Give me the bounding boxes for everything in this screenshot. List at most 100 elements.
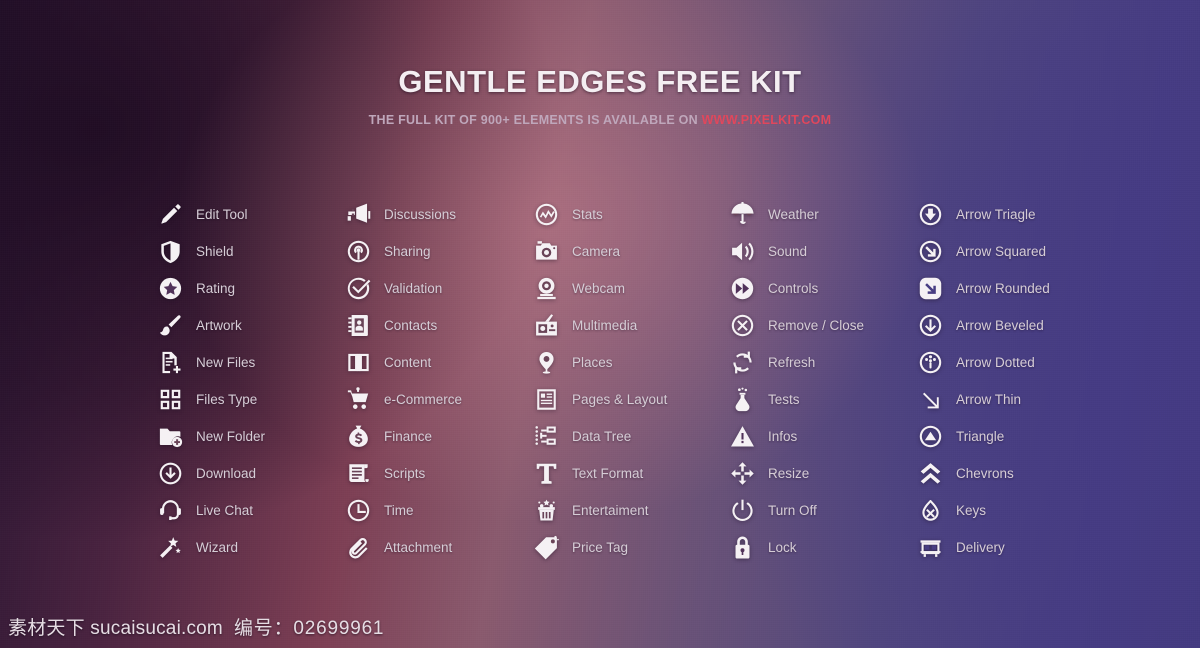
- icon-item[interactable]: Camera: [532, 233, 728, 270]
- icon-item[interactable]: Text Format: [532, 455, 728, 492]
- icon-item-label: Chevrons: [956, 465, 1014, 481]
- icon-item[interactable]: Weather: [728, 196, 916, 233]
- icon-item-label: Multimedia: [572, 317, 638, 333]
- icon-item[interactable]: Sharing: [344, 233, 532, 270]
- icon-item[interactable]: Arrow Dotted: [916, 344, 1106, 381]
- triangle-up-circle-icon: [916, 423, 944, 451]
- icon-item[interactable]: Rating: [156, 270, 344, 307]
- icon-item-label: Weather: [768, 206, 819, 222]
- icon-item[interactable]: Turn Off: [728, 492, 916, 529]
- paintbrush-icon: [156, 312, 184, 340]
- icon-item[interactable]: Contacts: [344, 307, 532, 344]
- open-book-icon: [344, 349, 372, 377]
- icon-item-label: Artwork: [196, 317, 242, 333]
- icon-item-label: New Folder: [196, 428, 266, 444]
- icon-item[interactable]: Webcam: [532, 270, 728, 307]
- icon-item[interactable]: Pages & Layout: [532, 381, 728, 418]
- icon-item[interactable]: Delivery: [916, 529, 1106, 566]
- icon-item[interactable]: Attachment: [344, 529, 532, 566]
- icon-item-label: Infos: [768, 428, 798, 444]
- icon-item[interactable]: Triangle: [916, 418, 1106, 455]
- icon-item[interactable]: Controls: [728, 270, 916, 307]
- icon-item[interactable]: Places: [532, 344, 728, 381]
- icon-item[interactable]: Files Type: [156, 381, 344, 418]
- icon-item-label: Arrow Squared: [956, 243, 1047, 259]
- icon-item-label: Delivery: [956, 539, 1005, 555]
- icon-item[interactable]: Download: [156, 455, 344, 492]
- icon-item-label: Rating: [196, 280, 236, 296]
- pixelkit-link[interactable]: WWW.PIXELKIT.COM: [702, 113, 832, 127]
- megaphone-icon: [344, 201, 372, 229]
- icon-item-label: Price Tag: [572, 539, 629, 555]
- icon-item[interactable]: Price Tag: [532, 529, 728, 566]
- icon-item[interactable]: Infos: [728, 418, 916, 455]
- pencil-icon: [156, 201, 184, 229]
- icon-item[interactable]: Shield: [156, 233, 344, 270]
- arrow-dotted-circle-icon: [916, 349, 944, 377]
- icon-item[interactable]: Arrow Thin: [916, 381, 1106, 418]
- icon-item-label: e-Commerce: [384, 391, 463, 407]
- star-circle-icon: [156, 275, 184, 303]
- icon-item[interactable]: Wizard: [156, 529, 344, 566]
- icon-item[interactable]: Multimedia: [532, 307, 728, 344]
- icon-item[interactable]: Time: [344, 492, 532, 529]
- grid-squares-icon: [156, 386, 184, 414]
- icon-item-label: Sound: [768, 243, 808, 259]
- icon-item-label: Arrow Beveled: [956, 317, 1044, 333]
- speaker-icon: [728, 238, 756, 266]
- icon-item-label: Pages & Layout: [572, 391, 668, 407]
- headset-icon: [156, 497, 184, 525]
- icon-item[interactable]: Resize: [728, 455, 916, 492]
- icon-item[interactable]: Tests: [728, 381, 916, 418]
- icon-item[interactable]: Discussions: [344, 196, 532, 233]
- icon-item[interactable]: New Files: [156, 344, 344, 381]
- icon-item[interactable]: Arrow Beveled: [916, 307, 1106, 344]
- icon-item[interactable]: Content: [344, 344, 532, 381]
- icon-item[interactable]: Arrow Rounded: [916, 270, 1106, 307]
- new-folder-icon: [156, 423, 184, 451]
- fast-forward-circle-icon: [728, 275, 756, 303]
- icon-item[interactable]: Live Chat: [156, 492, 344, 529]
- icon-item[interactable]: Stats: [532, 196, 728, 233]
- icon-item[interactable]: e-Commerce: [344, 381, 532, 418]
- lock-icon: [728, 534, 756, 562]
- icon-item[interactable]: Refresh: [728, 344, 916, 381]
- arrow-diagonal-filled-icon: [916, 275, 944, 303]
- move-arrows-icon: [728, 460, 756, 488]
- check-circle-icon: [344, 275, 372, 303]
- column-3: Stats Camera Webcam Multimedia Places Pages &…: [532, 196, 728, 566]
- icon-item[interactable]: Sound: [728, 233, 916, 270]
- icon-item-label: Arrow Thin: [956, 391, 1022, 407]
- icon-item[interactable]: Scripts: [344, 455, 532, 492]
- column-4: Weather Sound Controls Remove / Close Refres…: [728, 196, 916, 566]
- icon-item[interactable]: Entertaiment: [532, 492, 728, 529]
- icon-item-label: Download: [196, 465, 257, 481]
- icon-item-label: Data Tree: [572, 428, 632, 444]
- icon-item-label: Camera: [572, 243, 621, 259]
- arrow-diagonal-circle-icon: [916, 238, 944, 266]
- icon-item[interactable]: Remove / Close: [728, 307, 916, 344]
- icon-item[interactable]: Arrow Triagle: [916, 196, 1106, 233]
- icon-item-label: Resize: [768, 465, 810, 481]
- icon-item[interactable]: Data Tree: [532, 418, 728, 455]
- icon-item[interactable]: New Folder: [156, 418, 344, 455]
- icon-item[interactable]: Artwork: [156, 307, 344, 344]
- column-1: Edit Tool Shield Rating Artwork New Files Fil…: [156, 196, 344, 566]
- umbrella-icon: [728, 201, 756, 229]
- subtitle-text: THE FULL KIT OF 900+ ELEMENTS IS AVAILAB…: [368, 113, 702, 127]
- icon-item-label: Contacts: [384, 317, 438, 333]
- icon-item[interactable]: Finance: [344, 418, 532, 455]
- icon-item-label: Finance: [384, 428, 433, 444]
- icon-item[interactable]: Chevrons: [916, 455, 1106, 492]
- icon-item[interactable]: Lock: [728, 529, 916, 566]
- icon-item[interactable]: Arrow Squared: [916, 233, 1106, 270]
- icon-item-label: Text Format: [572, 465, 644, 481]
- address-book-icon: [344, 312, 372, 340]
- icon-item[interactable]: Validation: [344, 270, 532, 307]
- broadcast-circle-icon: [344, 238, 372, 266]
- icon-item[interactable]: Keys: [916, 492, 1106, 529]
- icon-item[interactable]: Edit Tool: [156, 196, 344, 233]
- magic-wand-icon: [156, 534, 184, 562]
- icon-item-label: Places: [572, 354, 613, 370]
- icon-item-label: Entertaiment: [572, 502, 649, 518]
